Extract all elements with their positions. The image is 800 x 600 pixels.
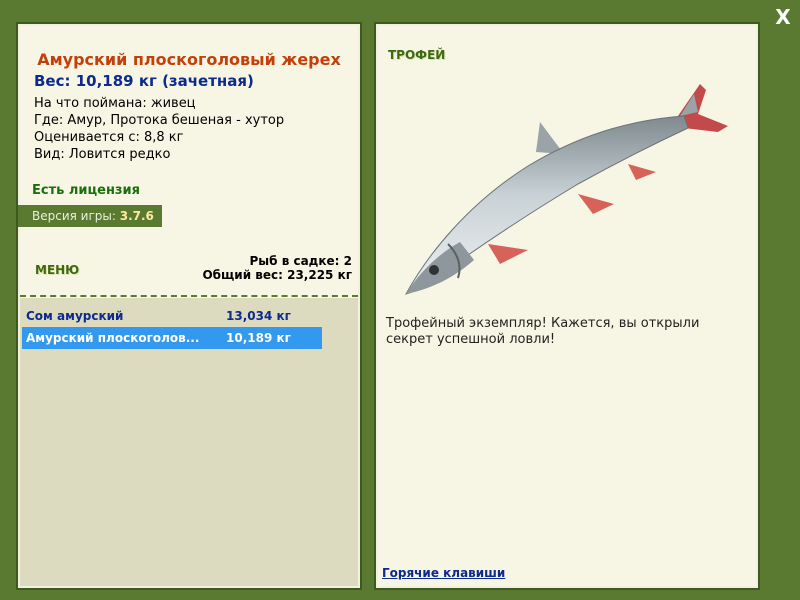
fish-info-panel: Амурский плоскоголовый жерех Вес: 10,189… bbox=[16, 22, 362, 590]
close-button[interactable]: X bbox=[772, 6, 794, 28]
license-status: Есть лицензия bbox=[32, 183, 140, 198]
list-item-name: Сом амурский bbox=[26, 309, 124, 323]
trophy-panel: ТРОФЕЙ Трофейный экземпляр! Кажется, вы … bbox=[374, 22, 760, 590]
hotkeys-link[interactable]: Горячие клавиши bbox=[382, 566, 505, 580]
menu-button[interactable]: МЕНЮ bbox=[35, 263, 79, 277]
creel-summary: Рыб в садке: 2 Общий вес: 23,225 кг bbox=[202, 254, 352, 282]
fish-weight: Вес: 10,189 кг (зачетная) bbox=[34, 72, 254, 90]
trophy-description: Трофейный экземпляр! Кажется, вы открыли… bbox=[386, 316, 700, 347]
list-item[interactable]: Сом амурский 13,034 кг bbox=[22, 305, 322, 327]
list-item-weight: 13,034 кг bbox=[226, 309, 291, 323]
list-item-weight: 10,189 кг bbox=[226, 331, 291, 345]
location-info: Где: Амур, Протока бешеная - хутор bbox=[34, 113, 285, 128]
version-label: Версия игры: bbox=[32, 209, 120, 223]
list-item-name: Амурский плоскоголов... bbox=[26, 331, 200, 345]
valuation-info: Оценивается с: 8,8 кг bbox=[34, 130, 184, 145]
fish-title: Амурский плоскоголовый жерех bbox=[37, 50, 341, 69]
fish-image bbox=[405, 84, 728, 295]
game-version: Версия игры: 3.7.6 bbox=[18, 205, 162, 227]
bait-info: На что поймана: живец bbox=[34, 96, 196, 111]
divider bbox=[20, 295, 358, 297]
creel-count: Рыб в садке: 2 bbox=[249, 254, 353, 268]
creel-total-weight: Общий вес: 23,225 кг bbox=[202, 268, 352, 282]
list-item-selected[interactable]: Амурский плоскоголов... 10,189 кг bbox=[22, 327, 322, 349]
rarity-info: Вид: Ловится редко bbox=[34, 147, 171, 162]
version-value: 3.7.6 bbox=[119, 209, 154, 223]
caught-fish-list: Сом амурский 13,034 кг Амурский плоского… bbox=[20, 298, 358, 586]
